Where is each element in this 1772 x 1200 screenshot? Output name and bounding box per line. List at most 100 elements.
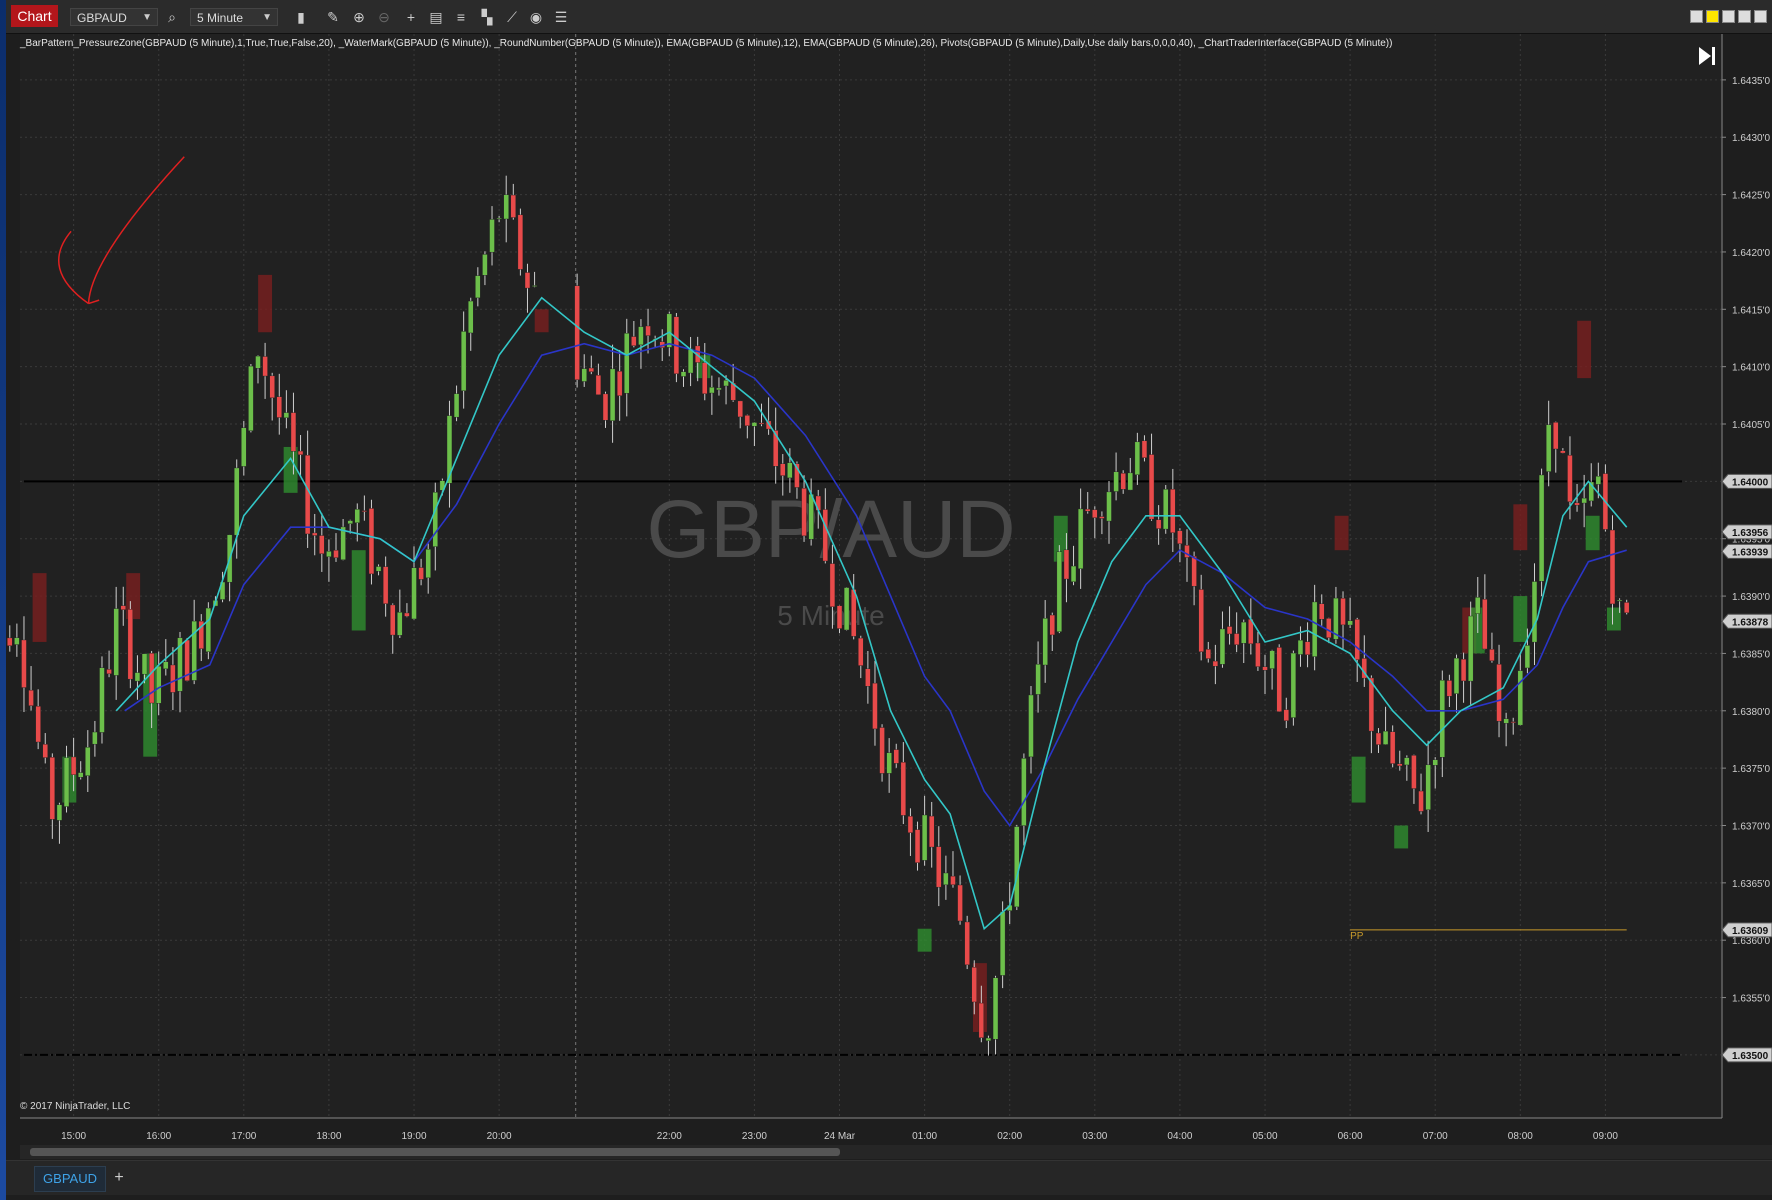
candle-down [333,549,339,558]
candle-up [992,977,999,1040]
candle-up [489,219,495,253]
candle-up [531,285,538,287]
y-tick-label: 1.6380'0 [1732,707,1770,718]
candle-down [595,375,602,395]
y-tick-label: 1.6360'0 [1732,936,1770,947]
candle-down [645,325,651,336]
x-tick-label: 22:00 [657,1131,682,1142]
candle-up [113,608,119,676]
candle-up [425,549,431,579]
price-marker-label: 1.63609 [1732,926,1769,937]
candle-up [921,814,928,861]
candle-down [1191,556,1197,587]
candle-down [418,567,424,580]
candle-up [638,326,644,346]
candle-up [680,371,687,377]
candle-up [432,492,438,547]
candle-down [907,816,914,833]
candle-down [1276,647,1282,712]
candle-up [723,380,729,387]
candle-down [1489,649,1495,662]
candle-up [99,667,105,733]
candle-down [1496,664,1502,722]
x-tick-label: 20:00 [487,1131,512,1142]
price-chart[interactable]: 1.6435'0 1.6430'0 1.6425'0 1.6420'0 1.6415'0… [6,0,1772,1160]
candle-up [1241,621,1247,644]
candle-up [1467,615,1474,682]
candle-down [297,450,304,455]
candle-up [1595,476,1602,485]
candle-down [1567,455,1573,502]
candle-up [1219,628,1226,665]
candle-up [1503,718,1509,724]
candle-up [808,493,814,540]
x-tick-label: 06:00 [1338,1131,1363,1142]
candle-up [354,509,360,523]
candle-down [574,285,580,380]
candle-down [1141,440,1148,458]
candle-down [588,367,594,372]
candle-up [1134,441,1141,475]
candle-up [453,393,460,418]
candle-up [787,462,793,479]
candle-down [21,639,27,688]
candle-down [780,463,786,476]
candle-down [304,454,311,535]
x-tick-label: 03:00 [1082,1131,1107,1142]
pressure-zone [32,573,47,642]
pressure-zone [1606,607,1621,631]
pressure-zone [1585,515,1600,551]
candle-up [234,467,240,536]
candle-up [205,607,212,652]
candle-up [1077,508,1084,569]
candle-up [163,661,169,670]
candle-up [63,757,70,807]
y-tick-label: 1.6385'0 [1732,649,1770,660]
candle-down [900,761,907,816]
candle-down [1574,502,1580,506]
candle-down [1375,732,1382,745]
price-marker-label: 1.63878 [1732,617,1769,628]
candle-down [914,829,921,863]
candle-down [1170,488,1176,533]
candle-down [1092,509,1098,518]
candle-up [56,804,63,821]
candle-down [1120,473,1126,490]
candle-down [170,664,176,693]
price-marker-label: 1.64000 [1732,477,1769,488]
candle-up [347,520,353,524]
candle-down [936,846,942,888]
pressure-zone [534,309,549,333]
x-tick-label: 19:00 [401,1131,426,1142]
candle-down [858,637,864,666]
candle-down [127,609,134,680]
scrollbar-thumb[interactable] [30,1148,840,1156]
x-tick-label: 02:00 [997,1131,1022,1142]
candle-up [1382,730,1389,745]
chart-trader-toggle-icon[interactable] [1697,45,1717,67]
candle-down [1460,658,1467,682]
y-tick-label: 1.6410'0 [1732,363,1770,374]
x-tick-label: 04:00 [1167,1131,1192,1142]
candle-up [716,387,722,391]
candle-down [1205,649,1211,659]
watermark-symbol: GBP/AUD [646,484,1015,575]
candle-down [269,375,275,399]
candle-down [1482,598,1488,650]
candle-up [134,672,141,682]
candle-up [156,666,162,704]
candle-down [106,669,112,675]
candle-down [1049,614,1055,636]
x-tick-label: 18:00 [316,1131,341,1142]
candle-down [971,967,977,1003]
x-tick-label: 17:00 [231,1131,256,1142]
horizontal-scrollbar[interactable] [20,1145,1772,1159]
candle-down [49,757,56,820]
candle-up [1581,497,1587,504]
add-tab-button[interactable]: + [110,1166,128,1190]
tab-gbpaud[interactable]: GBPAUD [34,1166,106,1192]
candle-up [1432,759,1438,766]
candle-down [950,875,956,885]
pressure-zone [283,446,298,493]
candle-down [70,756,77,775]
